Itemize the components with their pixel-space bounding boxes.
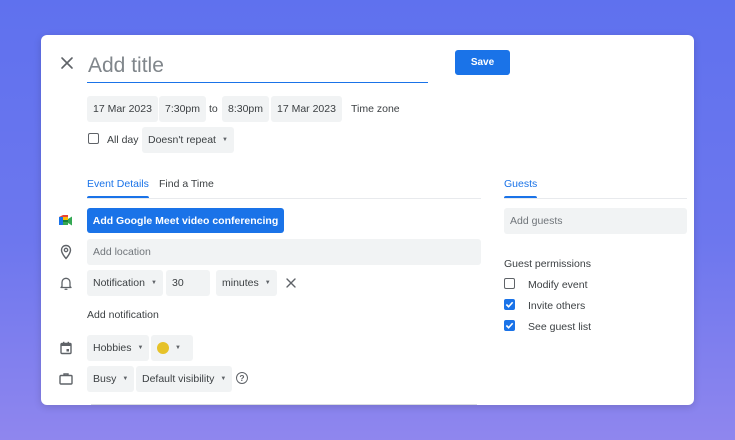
guest-permissions-title: Guest permissions xyxy=(504,258,591,270)
briefcase-icon xyxy=(58,371,74,387)
see-guest-list-checkbox[interactable] xyxy=(504,320,515,331)
end-date: 17 Mar 2023 xyxy=(277,103,336,115)
end-time-chip[interactable]: 8:30pm xyxy=(222,96,270,122)
end-time: 8:30pm xyxy=(228,103,264,115)
availability-value: Busy xyxy=(93,373,117,385)
bell-icon xyxy=(58,275,74,291)
add-guests-input[interactable]: Add guests xyxy=(504,208,687,234)
caret-down-icon: ▼ xyxy=(221,137,228,143)
calendar-icon xyxy=(58,340,74,356)
notification-unit-dropdown[interactable]: minutes ▼ xyxy=(216,270,277,296)
notification-value: 30 xyxy=(172,277,184,289)
remove-notification-button[interactable] xyxy=(283,275,299,291)
calendar-dropdown[interactable]: Hobbies ▼ xyxy=(87,335,150,361)
repeat-dropdown[interactable]: Doesn't repeat ▼ xyxy=(142,127,234,153)
tab-event-details[interactable]: Event Details xyxy=(87,178,149,190)
caret-down-icon: ▼ xyxy=(122,376,129,382)
notification-type: Notification xyxy=(93,277,145,289)
invite-others-label: Invite others xyxy=(528,300,586,312)
repeat-value: Doesn't repeat xyxy=(148,134,216,146)
end-date-chip[interactable]: 17 Mar 2023 xyxy=(271,96,342,122)
tab-guests[interactable]: Guests xyxy=(504,178,537,190)
start-time: 7:30pm xyxy=(165,103,201,115)
tabs-divider xyxy=(87,198,481,199)
location-placeholder: Add location xyxy=(93,246,151,258)
notification-value-input[interactable]: 30 xyxy=(166,270,210,296)
add-notification-link[interactable]: Add notification xyxy=(87,309,159,321)
close-icon xyxy=(61,57,73,69)
caret-down-icon: ▼ xyxy=(137,345,144,351)
caret-down-icon: ▼ xyxy=(220,376,227,382)
start-date-chip[interactable]: 17 Mar 2023 xyxy=(87,96,158,122)
add-guests-placeholder: Add guests xyxy=(510,215,563,227)
availability-dropdown[interactable]: Busy ▼ xyxy=(87,366,135,392)
location-pin-icon xyxy=(58,244,74,260)
checkmark-icon xyxy=(505,301,514,308)
title-input[interactable] xyxy=(87,49,428,83)
location-input[interactable]: Add location xyxy=(87,239,481,265)
invite-others-checkbox[interactable] xyxy=(504,299,515,310)
close-icon xyxy=(286,278,296,288)
notification-type-dropdown[interactable]: Notification ▼ xyxy=(87,270,163,296)
event-color-dropdown[interactable]: ▼ xyxy=(151,335,193,361)
modify-event-checkbox[interactable] xyxy=(504,278,515,289)
calendar-value: Hobbies xyxy=(93,342,132,354)
tab-find-a-time[interactable]: Find a Time xyxy=(159,178,214,190)
close-button[interactable] xyxy=(59,55,75,71)
event-edit-dialog: Save 17 Mar 2023 7:30pm to 8:30pm 17 Mar… xyxy=(41,35,694,405)
to-label: to xyxy=(209,103,218,115)
visibility-dropdown[interactable]: Default visibility ▼ xyxy=(136,366,233,392)
modify-event-label: Modify event xyxy=(528,279,588,291)
google-meet-icon xyxy=(58,213,74,229)
event-color-swatch xyxy=(157,342,169,354)
visibility-value: Default visibility xyxy=(142,373,215,385)
see-guest-list-label: See guest list xyxy=(528,321,592,333)
caret-down-icon: ▼ xyxy=(264,280,271,286)
checkmark-icon xyxy=(505,322,514,329)
all-day-label: All day xyxy=(107,134,139,146)
guests-divider xyxy=(504,198,687,199)
caret-down-icon: ▼ xyxy=(150,280,157,286)
caret-down-icon: ▼ xyxy=(175,345,181,351)
all-day-checkbox[interactable] xyxy=(88,133,99,144)
help-icon[interactable]: ? xyxy=(236,372,248,384)
save-button[interactable]: Save xyxy=(455,50,510,75)
description-field-edge xyxy=(91,404,477,405)
start-date: 17 Mar 2023 xyxy=(93,103,152,115)
time-zone-link[interactable]: Time zone xyxy=(351,103,400,115)
add-google-meet-button[interactable]: Add Google Meet video conferencing xyxy=(87,208,284,233)
start-time-chip[interactable]: 7:30pm xyxy=(159,96,207,122)
notification-unit: minutes xyxy=(222,277,259,289)
